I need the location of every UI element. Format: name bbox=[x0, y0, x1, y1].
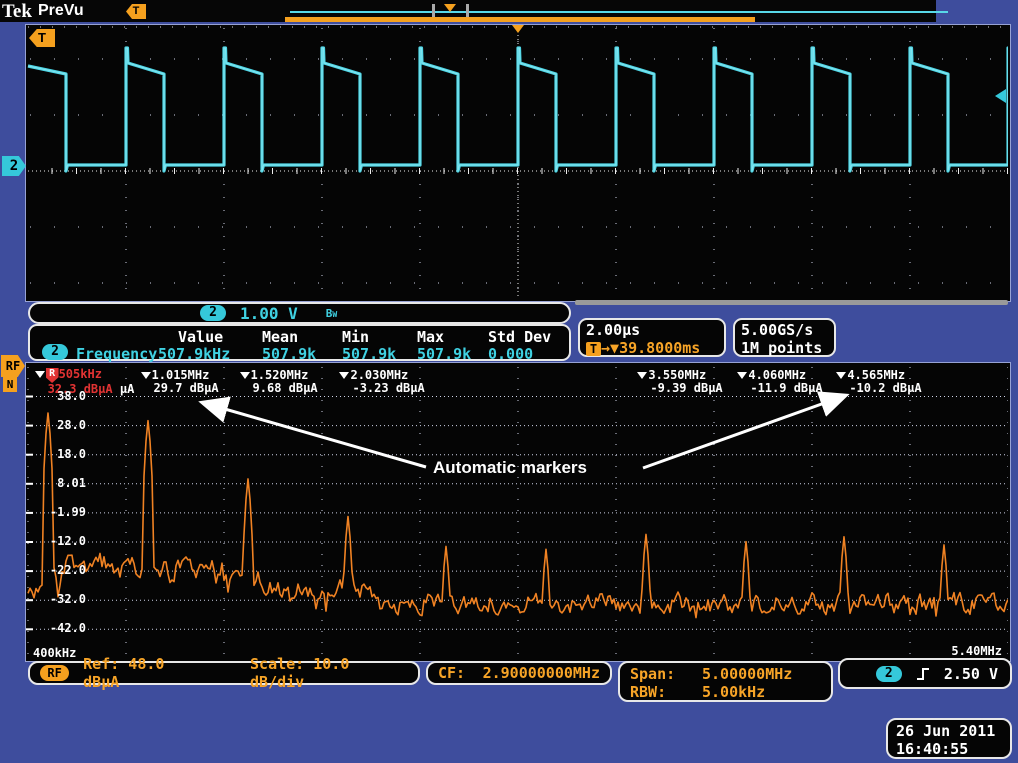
rf-auto-marker-3: 2.030MHz-3.23 dBµA bbox=[339, 369, 424, 395]
ch2-position-marker[interactable]: 2 bbox=[2, 156, 26, 176]
horizontal-settings-box[interactable]: 2.00µs T→▼39.8000ms bbox=[578, 318, 726, 357]
rf-y-tick-label: -42.0 bbox=[36, 621, 86, 635]
rbw-value: 5.00kHz bbox=[702, 683, 765, 701]
ch2-waveform-plot bbox=[26, 25, 1008, 299]
rf-y-tick-label: -1.99 bbox=[36, 505, 86, 519]
overview-trigger-position-icon[interactable] bbox=[444, 4, 456, 12]
ch2-badge: 2 bbox=[200, 305, 226, 321]
col-header-stddev: Std Dev bbox=[488, 328, 551, 346]
record-length: 1M points bbox=[741, 339, 828, 357]
marker-arrow-icon bbox=[240, 372, 250, 379]
rf-n-badge: N bbox=[3, 377, 17, 392]
trigger-level: 2.50 V bbox=[944, 665, 998, 683]
overview-waveform-line bbox=[290, 11, 948, 13]
span-rbw-box[interactable]: Span: 5.00000MHz RBW: 5.00kHz bbox=[618, 661, 833, 702]
tek-logo: Tek bbox=[2, 1, 32, 23]
trigger-source-badge: 2 bbox=[876, 666, 902, 682]
rf-auto-marker-2: 1.520MHz9.68 dBµA bbox=[240, 369, 318, 395]
rf-y-tick-label: -22.0 bbox=[36, 563, 86, 577]
ch2-scale-bar[interactable]: 2 1.00 V BW bbox=[28, 302, 571, 324]
col-header-mean: Mean bbox=[262, 328, 298, 346]
rf-y-tick-label: 8.01 bbox=[36, 476, 86, 490]
rf-spectrum-graticule: R505kHz32.3 dBµA µA1.015MHz29.7 dBµA1.52… bbox=[25, 362, 1011, 662]
rf-y-tick-label: -32.0 bbox=[36, 592, 86, 606]
zoom-window-right-bracket[interactable] bbox=[466, 4, 469, 17]
rbw-label: RBW: bbox=[630, 683, 702, 701]
zoom-window-left-bracket[interactable] bbox=[432, 4, 435, 17]
overview-record-bar[interactable] bbox=[285, 17, 755, 22]
span-label: Span: bbox=[630, 665, 702, 683]
date-label: 26 Jun 2011 bbox=[896, 722, 1002, 740]
meas-ch2-badge: 2 bbox=[42, 344, 68, 360]
trigger-level-arrow-icon[interactable] bbox=[995, 89, 1006, 103]
rising-edge-icon bbox=[914, 665, 932, 683]
col-header-min: Min bbox=[342, 328, 369, 346]
marker-arrow-icon bbox=[737, 372, 747, 379]
cf-label: CF: bbox=[438, 664, 483, 682]
rf-spectrum-plot bbox=[26, 363, 1008, 659]
marker-arrow-icon bbox=[836, 372, 846, 379]
top-status-bar: Tek PreVu T bbox=[0, 0, 936, 22]
center-frequency-box[interactable]: CF: 2.90000000MHz bbox=[426, 661, 612, 685]
waveform-graticule: T bbox=[25, 24, 1011, 302]
rf-auto-marker-5: 4.060MHz-11.9 dBµA bbox=[737, 369, 822, 395]
marker-arrow-icon bbox=[141, 372, 151, 379]
trigger-t-icon: T bbox=[126, 4, 146, 19]
horizontal-scrollbar[interactable] bbox=[575, 300, 1008, 305]
meas-stddev: 0.000 bbox=[488, 345, 533, 363]
bandwidth-limit-icon: BW bbox=[326, 307, 337, 320]
rf-auto-marker-4: 3.550MHz-9.39 dBµA bbox=[637, 369, 722, 395]
rf-scale-box[interactable]: RF Ref: 48.0 dBµA Scale: 10.0 dB/div bbox=[28, 661, 420, 685]
trigger-delay: T→▼39.8000ms bbox=[586, 339, 718, 357]
meas-max: 507.9k bbox=[417, 345, 471, 363]
stop-frequency-label: 5.40MHz bbox=[951, 644, 1002, 658]
start-frequency-label: 400kHz bbox=[33, 646, 76, 660]
meas-name: Frequency bbox=[76, 345, 157, 363]
meas-mean: 507.9k bbox=[262, 345, 316, 363]
datetime-box: 26 Jun 2011 16:40:55 bbox=[886, 718, 1012, 759]
rf-ref-level: Ref: 48.0 dBµA bbox=[83, 655, 206, 691]
trigger-settings-box[interactable]: 2 2.50 V bbox=[838, 658, 1012, 689]
rf-y-tick-label: 28.0 bbox=[36, 418, 86, 432]
col-header-max: Max bbox=[417, 328, 444, 346]
trigger-center-marker-icon[interactable] bbox=[512, 25, 524, 33]
annotation-text: Automatic markers bbox=[433, 458, 587, 478]
acquisition-box[interactable]: 5.00GS/s 1M points bbox=[733, 318, 836, 357]
rf-y-tick-label: 38.0 bbox=[36, 389, 86, 403]
delay-t-icon: T bbox=[586, 342, 601, 356]
rf-y-tick-label: -12.0 bbox=[36, 534, 86, 548]
ch2-scale-value: 1.00 V bbox=[240, 304, 298, 323]
span-value: 5.00000MHz bbox=[702, 665, 792, 683]
cf-value: 2.90000000MHz bbox=[483, 664, 600, 682]
reference-marker-flag-icon: R bbox=[46, 368, 59, 383]
time-label: 16:40:55 bbox=[896, 740, 1002, 758]
sample-rate: 5.00GS/s bbox=[741, 321, 828, 339]
rf-auto-marker-1: 1.015MHz29.7 dBµA bbox=[141, 369, 219, 395]
measurement-table: Value Mean Min Max Std Dev 2 Frequency 5… bbox=[28, 324, 571, 361]
rf-badge: RF bbox=[40, 665, 69, 681]
acquisition-status: PreVu bbox=[38, 2, 84, 20]
marker-arrow-icon bbox=[35, 371, 45, 378]
col-header-value: Value bbox=[178, 328, 223, 346]
rf-auto-marker-6: 4.565MHz-10.2 dBµA bbox=[836, 369, 921, 395]
marker-arrow-icon bbox=[637, 372, 647, 379]
rf-vertical-scale: Scale: 10.0 dB/div bbox=[250, 655, 408, 691]
meas-min: 507.9k bbox=[342, 345, 396, 363]
horizontal-scale: 2.00µs bbox=[586, 321, 718, 339]
meas-value: 507.9kHz bbox=[158, 345, 230, 363]
rf-channel-marker[interactable]: RF bbox=[1, 355, 25, 377]
marker-arrow-icon bbox=[339, 372, 349, 379]
rf-y-tick-label: 18.0 bbox=[36, 447, 86, 461]
oscilloscope-screen: Tek PreVu T T 2 2 1.00 V BW Value Mean M… bbox=[0, 0, 1018, 763]
